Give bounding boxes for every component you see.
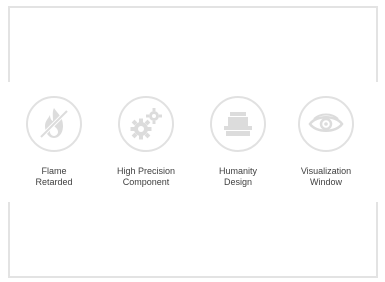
eye-icon bbox=[298, 96, 354, 152]
feature-label: Visualization Window bbox=[300, 166, 352, 187]
gears-icon bbox=[118, 96, 174, 152]
page: Flame Retarded High Precision Component … bbox=[0, 0, 385, 282]
feature-label: Flame Retarded bbox=[35, 166, 73, 187]
feature-visualization-window: Visualization Window bbox=[276, 96, 376, 188]
feature-label: High Precision Component bbox=[116, 166, 176, 187]
features-row: Flame Retarded High Precision Component … bbox=[0, 96, 385, 196]
feature-label: Humanity Design bbox=[218, 166, 257, 187]
flame-retardant-icon bbox=[26, 96, 82, 152]
feature-flame-retarded: Flame Retarded bbox=[4, 96, 104, 188]
feature-high-precision: High Precision Component bbox=[96, 96, 196, 188]
feature-humanity-design: Humanity Design bbox=[188, 96, 288, 188]
device-icon bbox=[210, 96, 266, 152]
